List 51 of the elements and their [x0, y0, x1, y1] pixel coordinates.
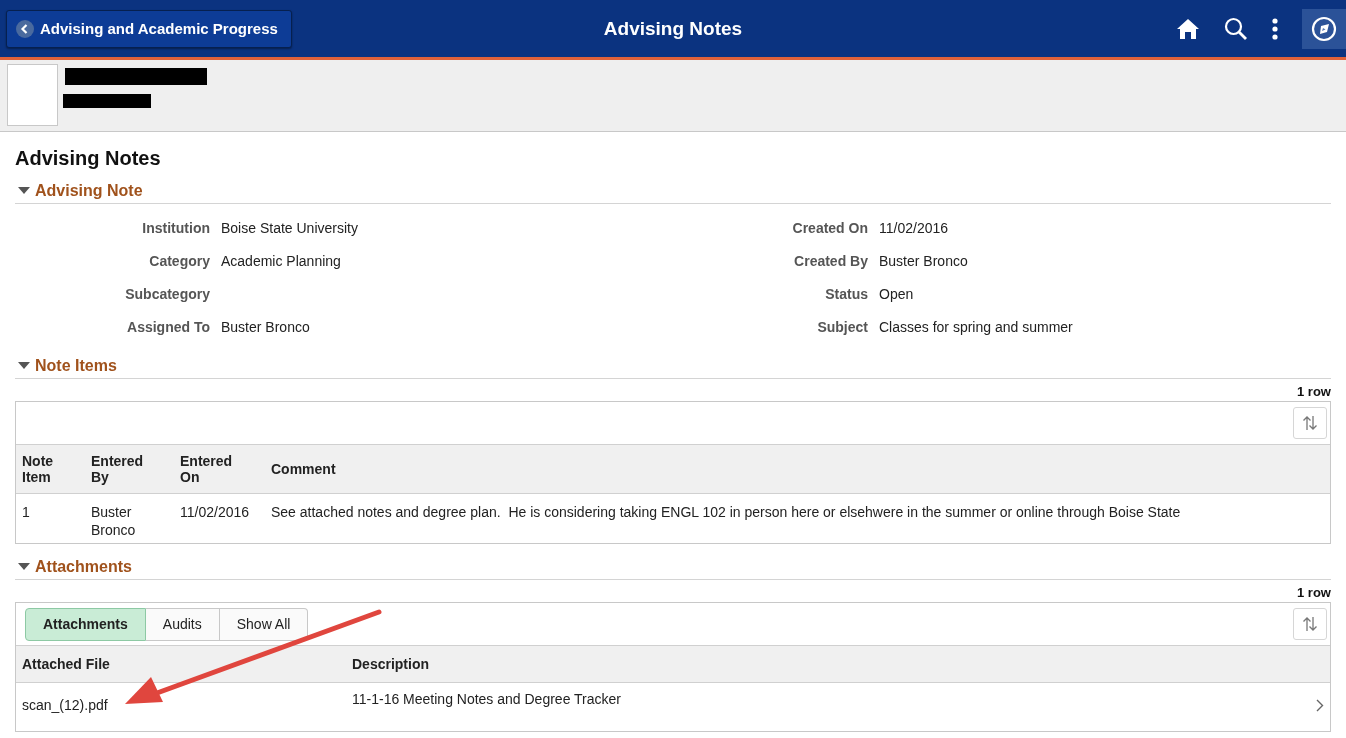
column-header: Description [352, 656, 429, 672]
search-icon[interactable] [1224, 16, 1248, 41]
section-heading: Note Items [35, 357, 117, 375]
tab[interactable]: Audits [145, 607, 220, 641]
tab[interactable]: Attachments [25, 607, 146, 641]
field-value: Buster Bronco [221, 318, 310, 335]
page-header-title: Advising Notes [603, 17, 743, 40]
caret-icon[interactable] [18, 362, 30, 370]
tab[interactable]: Show All [219, 607, 309, 641]
field-label: Subject [816, 318, 869, 335]
field-label: Assigned To [126, 318, 211, 335]
back-button[interactable]: Advising and Academic Progress [6, 9, 292, 48]
field-label: Created On [791, 219, 869, 236]
field-value: Academic Planning [221, 252, 341, 269]
caret-icon[interactable] [18, 187, 30, 195]
field-value: Open [879, 285, 914, 302]
column-header: Attached File [22, 656, 110, 672]
column-header: Comment [271, 461, 336, 477]
column-header: Entered By [91, 453, 144, 485]
table-cell: 1 [22, 504, 30, 520]
table-cell: 11/02/2016 [180, 504, 250, 520]
field-label: Status [824, 285, 869, 302]
page-title: Advising Notes [15, 147, 162, 170]
more-icon[interactable] [1272, 17, 1278, 40]
field-label: Category [148, 252, 211, 269]
table-cell: Buster Bronco [91, 504, 136, 538]
column-header: Note Item [22, 453, 54, 485]
field-value: Classes for spring and summer [879, 318, 1073, 335]
section-heading: Advising Note [35, 182, 143, 200]
back-icon [16, 19, 34, 38]
field-label: Institution [141, 219, 211, 236]
field-value: Boise State University [221, 219, 358, 236]
chevron-icon[interactable] [1316, 699, 1324, 712]
table-cell: See attached notes and degree plan. He is considering taking ENGL 102 in person here or elsehwere in the summer or online through Boise State [271, 504, 1181, 520]
compass-icon [1311, 15, 1337, 42]
sort-icon [1302, 415, 1318, 431]
section-heading: Attachments [35, 558, 132, 576]
field-value: 11/02/2016 [879, 219, 949, 236]
field-label: Subcategory [124, 285, 211, 302]
table-cell: 11-1-16 Meeting Notes and Degree Tracker [352, 691, 621, 707]
row-count: 1 row [1297, 585, 1331, 600]
caret-icon[interactable] [18, 563, 30, 571]
field-label: Created By [793, 252, 869, 269]
sort-icon [1302, 616, 1318, 632]
photo-placeholder [7, 64, 58, 126]
navigator-button[interactable] [1302, 8, 1346, 49]
home-icon[interactable] [1176, 17, 1200, 40]
row-count: 1 row [1297, 384, 1331, 399]
table-cell: scan_(12).pdf [22, 697, 108, 713]
field-value: Buster Bronco [879, 252, 968, 269]
column-header: Entered On [180, 453, 233, 485]
